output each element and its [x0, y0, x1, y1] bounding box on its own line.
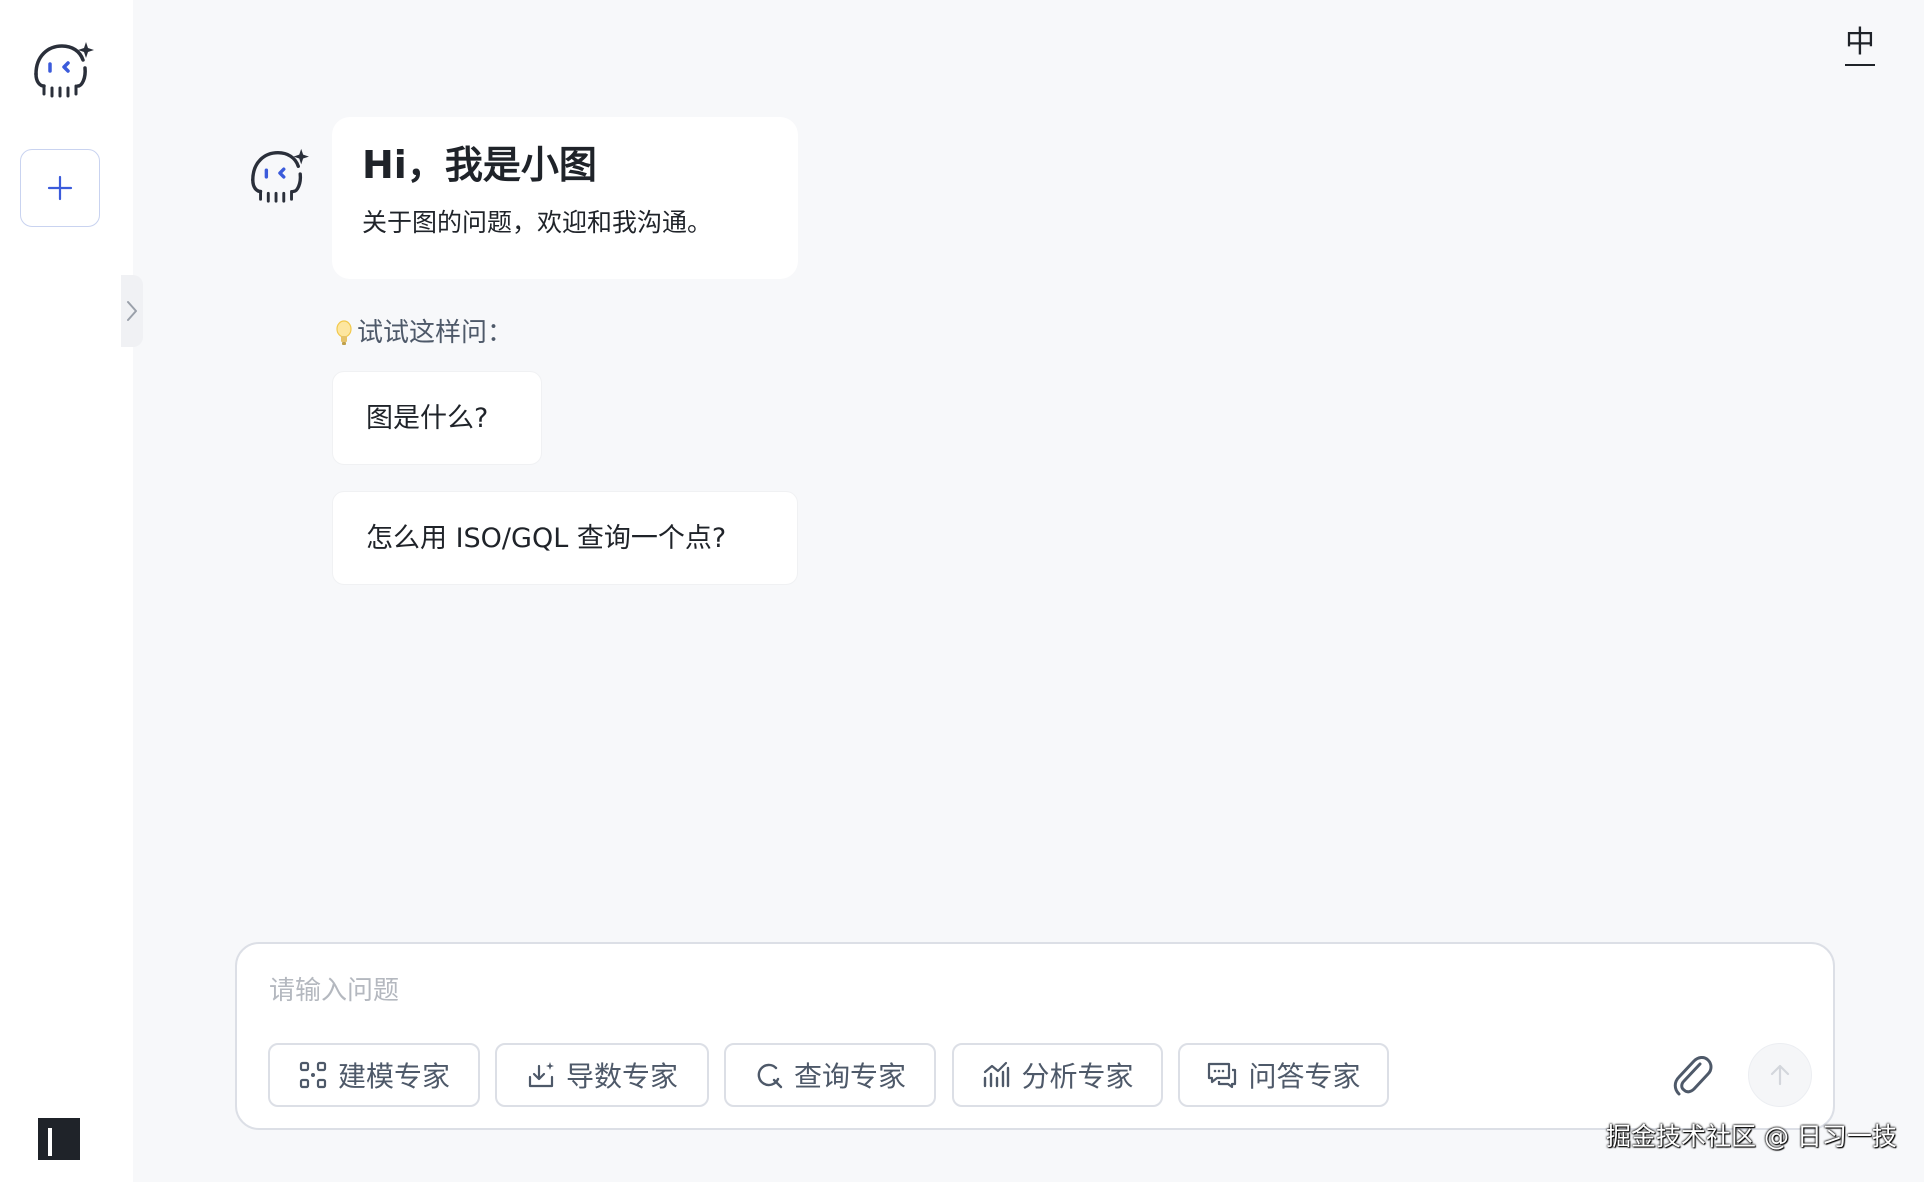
paperclip-icon[interactable] — [1667, 1050, 1717, 1100]
octopus-bot-logo[interactable] — [28, 38, 94, 100]
chevron-right-icon — [127, 301, 137, 321]
qa-expert-button[interactable]: 问答专家 — [1178, 1043, 1389, 1107]
modeling-expert-label: 建模专家 — [337, 1060, 450, 1093]
plus-icon — [47, 175, 73, 201]
qa-expert-label: 问答专家 — [1248, 1060, 1361, 1093]
bot-avatar — [251, 148, 309, 203]
layout-icon[interactable] — [36, 1116, 82, 1162]
welcome-subtitle: 关于图的问题，欢迎和我沟通。 — [362, 208, 713, 237]
suggestions-heading-label: 试试这样问： — [357, 318, 514, 348]
analysis-icon — [984, 1061, 1010, 1088]
lightbulb-icon — [336, 320, 352, 345]
sidebar — [0, 0, 133, 1182]
language-toggle[interactable]: 中 — [1843, 26, 1877, 66]
watermark: 掘金技术社区 @ 日习一技 — [1606, 1122, 1897, 1151]
arrow-up-icon — [1770, 1064, 1790, 1086]
analysis-expert-label: 分析专家 — [1021, 1060, 1134, 1093]
question-input[interactable] — [267, 964, 1767, 1018]
modeling-expert-button[interactable]: 建模专家 — [268, 1043, 480, 1107]
send-button[interactable] — [1748, 1043, 1812, 1107]
suggestion-what-is-graph[interactable]: 图是什么? — [332, 371, 542, 465]
welcome-title: Hi，我是小图 — [362, 143, 597, 187]
import-expert-label: 导数专家 — [565, 1060, 678, 1093]
sidebar-expand-button[interactable] — [121, 275, 143, 347]
modeling-icon — [299, 1061, 327, 1089]
composer: 建模专家 导数专家 查询专家 分析专家 问答专家 — [235, 942, 1835, 1130]
welcome-message: Hi，我是小图 关于图的问题，欢迎和我沟通。 — [332, 117, 798, 279]
suggestions-heading: 试试这样问： — [333, 316, 513, 350]
qa-icon — [1208, 1062, 1237, 1089]
language-toggle-label: 中 — [1845, 25, 1875, 60]
import-icon — [528, 1062, 554, 1088]
new-chat-button[interactable] — [20, 149, 100, 227]
import-expert-button[interactable]: 导数专家 — [495, 1043, 709, 1107]
query-expert-button[interactable]: 查询专家 — [724, 1043, 936, 1107]
analysis-expert-button[interactable]: 分析专家 — [952, 1043, 1163, 1107]
query-icon — [757, 1063, 783, 1089]
query-expert-label: 查询专家 — [793, 1060, 906, 1093]
suggestion-gql-query[interactable]: 怎么用 ISO/GQL 查询一个点? — [332, 491, 798, 585]
language-toggle-underline — [1845, 64, 1875, 66]
